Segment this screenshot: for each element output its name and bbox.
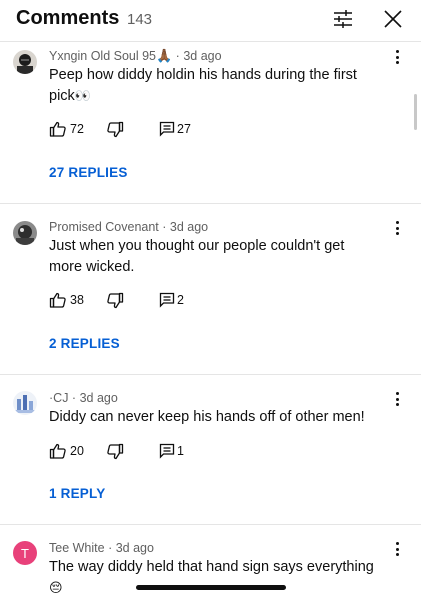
reply-count: 1 bbox=[177, 444, 184, 458]
thumbs-down-icon[interactable] bbox=[106, 443, 124, 461]
thumbs-up-icon[interactable] bbox=[49, 120, 67, 138]
text-emoji: 👀 bbox=[74, 89, 91, 104]
more-vertical-icon[interactable] bbox=[390, 389, 404, 409]
comment-divider bbox=[0, 374, 421, 375]
thumbs-down-icon[interactable] bbox=[106, 121, 124, 139]
comment-divider bbox=[0, 524, 421, 525]
more-vertical-icon[interactable] bbox=[390, 218, 404, 238]
comment-author[interactable]: Promised Covenant bbox=[49, 220, 159, 234]
view-replies-button[interactable]: 2 REPLIES bbox=[49, 336, 120, 351]
comment-text: Peep how diddy holdin his hands during t… bbox=[49, 67, 357, 104]
author-emoji: 🙏🏾 bbox=[156, 49, 173, 64]
comment-author[interactable]: Yxngin Old Soul 95 bbox=[49, 49, 156, 63]
more-vertical-icon[interactable] bbox=[390, 539, 404, 559]
thumbs-up-icon[interactable] bbox=[49, 442, 67, 460]
comment-time: 3d ago bbox=[169, 220, 209, 234]
like-count: 72 bbox=[70, 122, 84, 136]
comment-author[interactable]: ·CJ bbox=[49, 391, 68, 405]
comment-time: 3d ago bbox=[79, 391, 118, 405]
comment-text: The way diddy held that hand sign says e… bbox=[49, 559, 374, 596]
comment-meta: ·CJ · 3d ago bbox=[49, 391, 118, 405]
view-replies-button[interactable]: 27 REPLIES bbox=[49, 165, 128, 180]
avatar[interactable] bbox=[13, 50, 37, 74]
scrollbar[interactable] bbox=[414, 94, 417, 130]
comment-author[interactable]: Tee White bbox=[49, 541, 105, 555]
comment-meta: Promised Covenant · 3d ago bbox=[49, 220, 209, 234]
thumbs-up-icon[interactable] bbox=[49, 291, 67, 309]
avatar[interactable]: T bbox=[13, 541, 37, 565]
home-indicator bbox=[136, 585, 286, 590]
header-divider bbox=[0, 41, 421, 42]
comment-actions: 38 2 bbox=[49, 291, 229, 309]
more-vertical-icon[interactable] bbox=[390, 47, 404, 67]
avatar[interactable] bbox=[13, 221, 37, 245]
like-count: 38 bbox=[70, 293, 84, 307]
thumbs-down-icon[interactable] bbox=[106, 292, 124, 310]
view-replies-button[interactable]: 1 REPLY bbox=[49, 486, 105, 501]
comments-title: Comments bbox=[16, 7, 120, 29]
comment-text: Diddy can never keep his hands off of ot… bbox=[49, 409, 365, 425]
comment-meta: Tee White · 3d ago bbox=[49, 541, 154, 555]
reply-count: 2 bbox=[177, 293, 184, 307]
close-icon[interactable] bbox=[382, 8, 404, 30]
filter-sliders-icon[interactable] bbox=[332, 8, 354, 30]
comment-actions: 20 1 bbox=[49, 442, 229, 460]
reply-comment-icon[interactable] bbox=[159, 121, 175, 137]
reply-comment-icon[interactable] bbox=[159, 443, 175, 459]
comments-header: Comments 143 bbox=[0, 0, 421, 40]
avatar-letter: T bbox=[21, 545, 29, 561]
comment-divider bbox=[0, 203, 421, 204]
comment-meta: Yxngin Old Soul 95🙏🏾 · 3d ago bbox=[49, 49, 222, 64]
comment-actions: 72 27 bbox=[49, 120, 229, 138]
reply-comment-icon[interactable] bbox=[159, 292, 175, 308]
comment-time: 3d ago bbox=[115, 541, 154, 555]
text-emoji: 😔 bbox=[49, 581, 63, 596]
avatar[interactable] bbox=[13, 391, 37, 415]
comment-time: 3d ago bbox=[183, 49, 222, 63]
reply-count: 27 bbox=[177, 122, 191, 136]
comment-text: Just when you thought our people couldn'… bbox=[49, 238, 345, 275]
comments-count: 143 bbox=[127, 11, 153, 28]
like-count: 20 bbox=[70, 444, 84, 458]
